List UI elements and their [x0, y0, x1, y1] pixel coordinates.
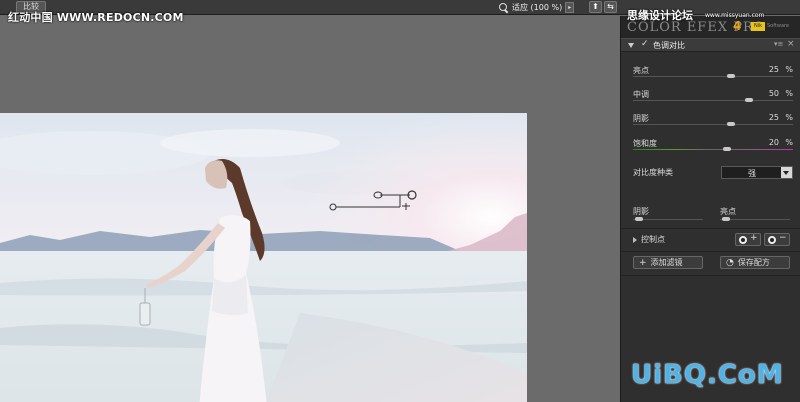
swap-button[interactable]: ⇆: [604, 1, 617, 13]
mini-slider-shadows[interactable]: 阴影: [633, 206, 703, 228]
divider: [621, 251, 800, 252]
slider-thumb[interactable]: [727, 74, 735, 78]
canvas-area: [0, 16, 620, 402]
control-point-icon: [768, 236, 776, 244]
slider-thumb[interactable]: [723, 147, 731, 151]
slider-label: 饱和度: [633, 139, 657, 148]
plus-icon: +: [750, 233, 758, 243]
contrast-type-value: 强: [748, 169, 756, 178]
slider-track[interactable]: [633, 124, 793, 125]
slider-label: 中调: [633, 90, 649, 99]
chevron-down-icon[interactable]: [781, 167, 792, 178]
slider-value: 20: [768, 138, 779, 147]
filter-title: 色调对比: [653, 41, 685, 50]
brand-software-label: Software: [767, 23, 790, 29]
add-filter-button[interactable]: + 添加滤镜: [633, 256, 703, 269]
slider-thumb[interactable]: [745, 98, 753, 102]
photo-illustration: [0, 113, 527, 402]
watermark-top-left: 红动中国 WWW.REDOCN.COM: [8, 11, 184, 24]
filter-menu-icon[interactable]: ▾≡: [774, 40, 783, 48]
contrast-type-select[interactable]: 强: [721, 166, 793, 179]
upload-button[interactable]: ⬆: [589, 1, 602, 13]
divider: [621, 275, 800, 276]
brand-version: 4: [733, 19, 742, 33]
mini-slider-thumb[interactable]: [722, 217, 730, 221]
expand-arrow-icon[interactable]: [633, 237, 637, 243]
filter-panel: COLOR EFEX PRO 4 Nik Software 思缘设计论坛 www…: [620, 9, 800, 402]
upload-icon: ⬆: [592, 2, 599, 11]
nik-logo: Nik: [751, 22, 765, 31]
zoom-control[interactable]: 适应 (100 %) ▸: [498, 1, 575, 14]
slider-track[interactable]: [633, 100, 793, 101]
magnifier-icon: [498, 2, 509, 13]
watermark-top-right: 思缘设计论坛: [627, 9, 693, 22]
filter-enable-checkbox[interactable]: ✓: [641, 39, 649, 49]
mini-slider-track[interactable]: [633, 219, 703, 220]
filter-close-icon[interactable]: ×: [787, 39, 795, 49]
slider-value: 50: [768, 89, 779, 98]
slider-highlights[interactable]: 亮点 25 %: [633, 65, 793, 87]
mini-slider-thumb[interactable]: [635, 217, 643, 221]
slider-label: 阴影: [633, 114, 649, 123]
add-filter-label: 添加滤镜: [650, 258, 683, 267]
watermark-top-right-url: www.missyuan.com: [705, 12, 765, 19]
watermark-bottom-right: UiBQ.CoM: [631, 360, 784, 390]
preview-photo[interactable]: [0, 113, 527, 402]
control-points-label: 控制点: [641, 235, 665, 244]
slider-shadows[interactable]: 阴影 25 %: [633, 113, 793, 135]
slider-unit: %: [785, 65, 793, 74]
mini-slider-track[interactable]: [720, 219, 790, 220]
plus-icon: +: [639, 258, 647, 268]
control-points-row: 控制点 + −: [621, 232, 800, 248]
remove-control-point-button[interactable]: −: [764, 233, 790, 246]
swap-icon: ⇆: [607, 2, 614, 11]
mini-slider-label: 亮点: [720, 207, 736, 216]
slider-unit: %: [785, 138, 793, 147]
slider-label: 亮点: [633, 66, 649, 75]
control-point-icon: [739, 236, 747, 244]
filter-header-tonal-contrast[interactable]: ✓ 色调对比 ▾≡ ×: [621, 38, 800, 52]
slider-unit: %: [785, 89, 793, 98]
minus-icon: −: [779, 233, 787, 243]
divider: [621, 228, 800, 229]
collapse-arrow-icon[interactable]: [628, 43, 634, 48]
slider-value: 25: [768, 113, 779, 122]
add-control-point-button[interactable]: +: [735, 233, 761, 246]
zoom-dropdown-arrow[interactable]: ▸: [565, 2, 575, 13]
zoom-label: 适应 (100 %): [512, 3, 563, 12]
slider-saturation[interactable]: 饱和度 20 %: [633, 138, 793, 160]
contrast-type-row: 对比度种类 强: [633, 166, 793, 180]
recipe-icon: ◔: [726, 258, 734, 268]
slider-value: 25: [768, 65, 779, 74]
contrast-type-label: 对比度种类: [633, 168, 673, 177]
save-recipe-button[interactable]: ◔ 保存配方: [720, 256, 790, 269]
slider-thumb[interactable]: [727, 122, 735, 126]
slider-track[interactable]: [633, 76, 793, 77]
save-recipe-label: 保存配方: [737, 258, 770, 267]
mini-slider-label: 阴影: [633, 207, 649, 216]
brand-header: COLOR EFEX PRO 4 Nik Software 思缘设计论坛 www…: [621, 9, 800, 38]
saturation-gradient-track[interactable]: [633, 149, 793, 150]
slider-midtones[interactable]: 中调 50 %: [633, 89, 793, 111]
mini-slider-highlights[interactable]: 亮点: [720, 206, 790, 228]
app-window: 比较 适应 (100 %) ▸ ⬆ ⇆ 红动中国 WWW.REDOCN.COM …: [0, 0, 800, 402]
slider-unit: %: [785, 113, 793, 122]
